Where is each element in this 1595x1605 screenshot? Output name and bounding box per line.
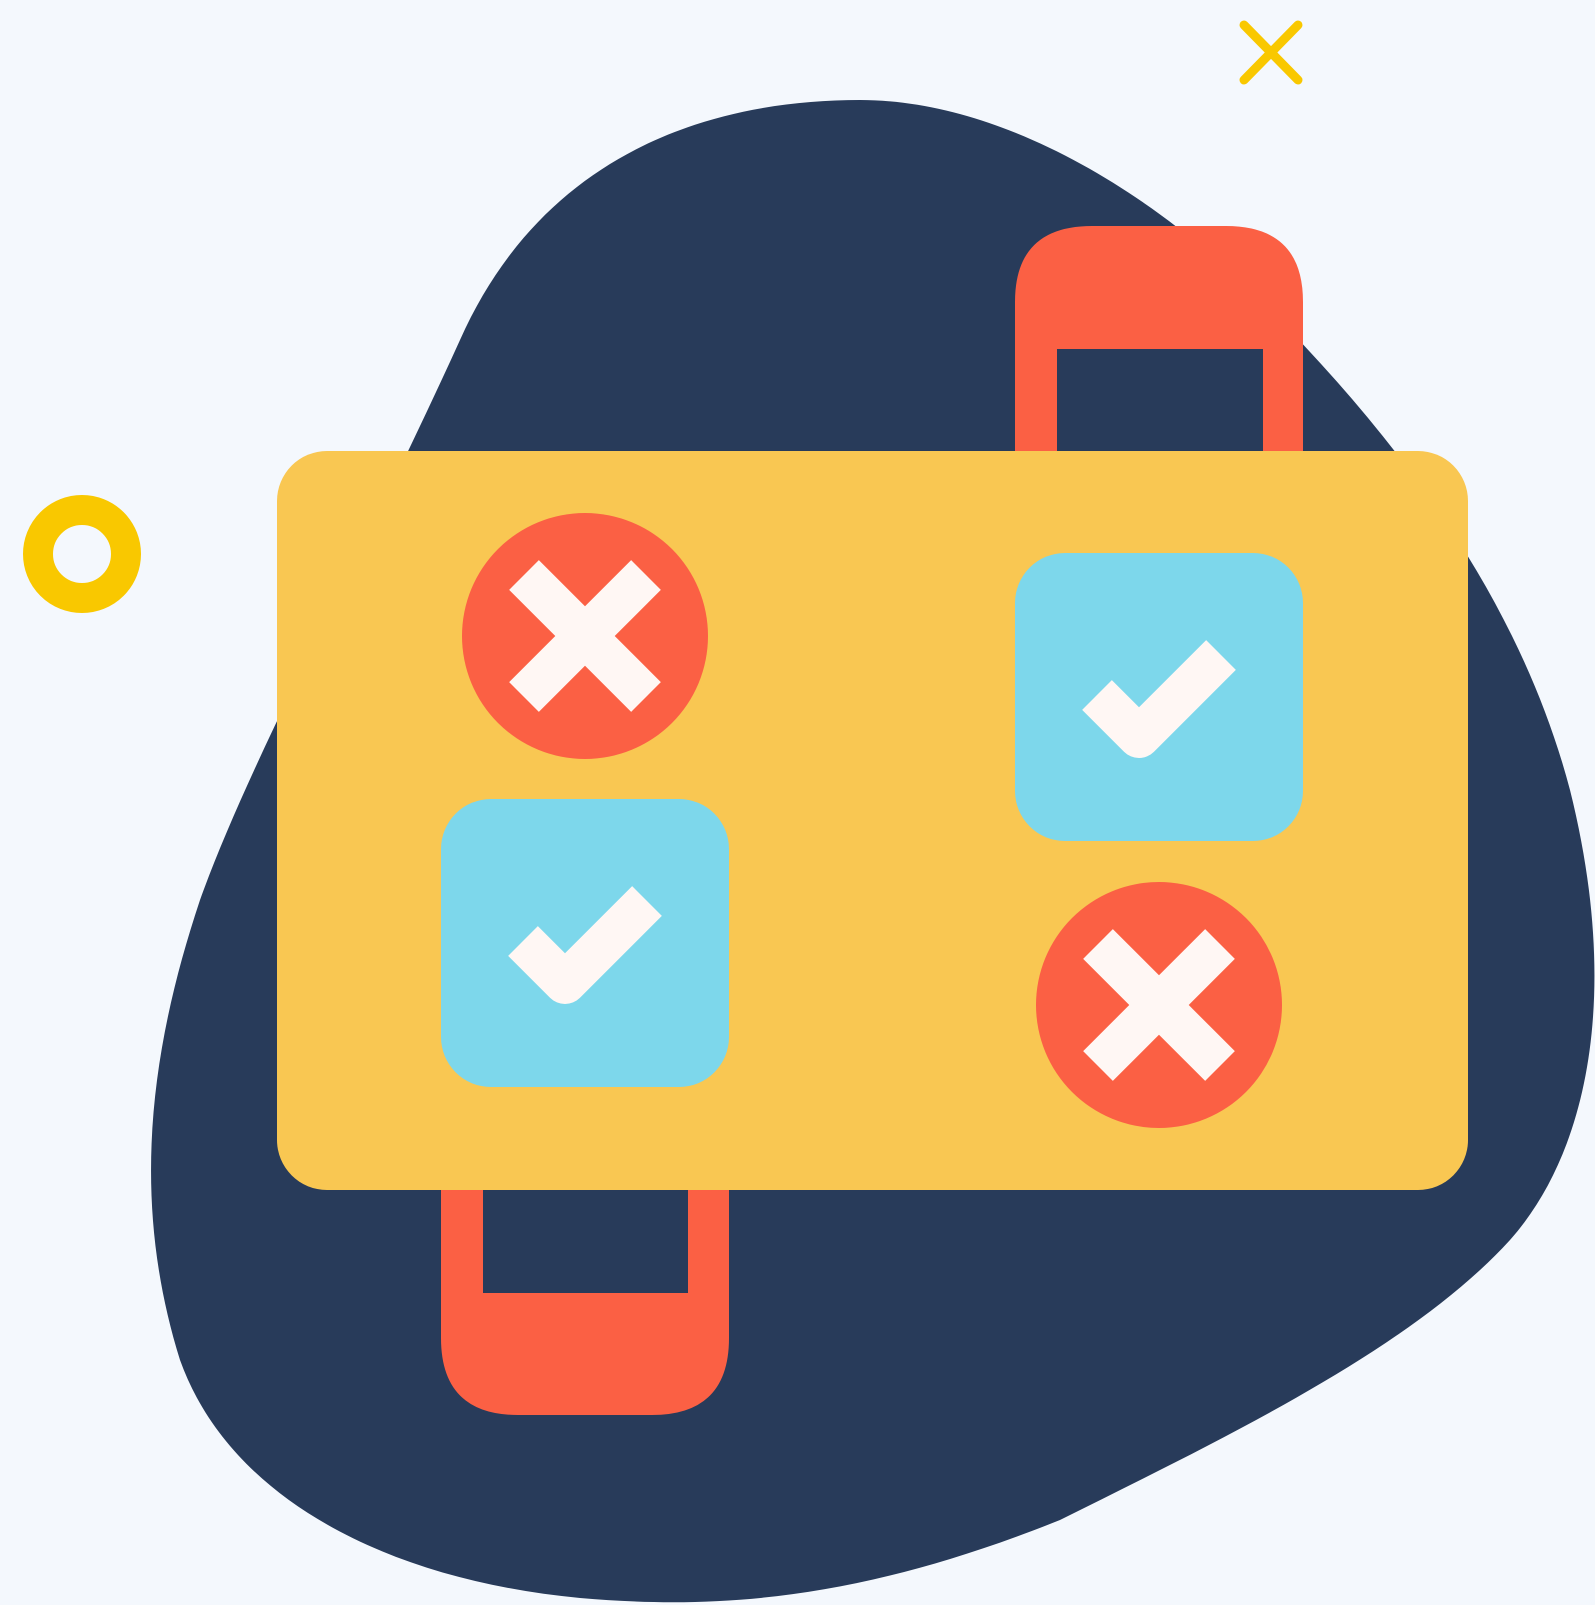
correct-answer-badge	[1015, 553, 1303, 841]
ring-icon	[23, 495, 141, 613]
illustration-canvas	[23, 20, 1595, 1603]
correct-answer-badge	[441, 799, 729, 1087]
wrong-answer-badge	[462, 513, 708, 759]
wrong-answer-badge	[1036, 882, 1282, 1128]
illustration-scene	[0, 0, 1595, 1605]
sparkle-x-icon	[1239, 20, 1303, 85]
